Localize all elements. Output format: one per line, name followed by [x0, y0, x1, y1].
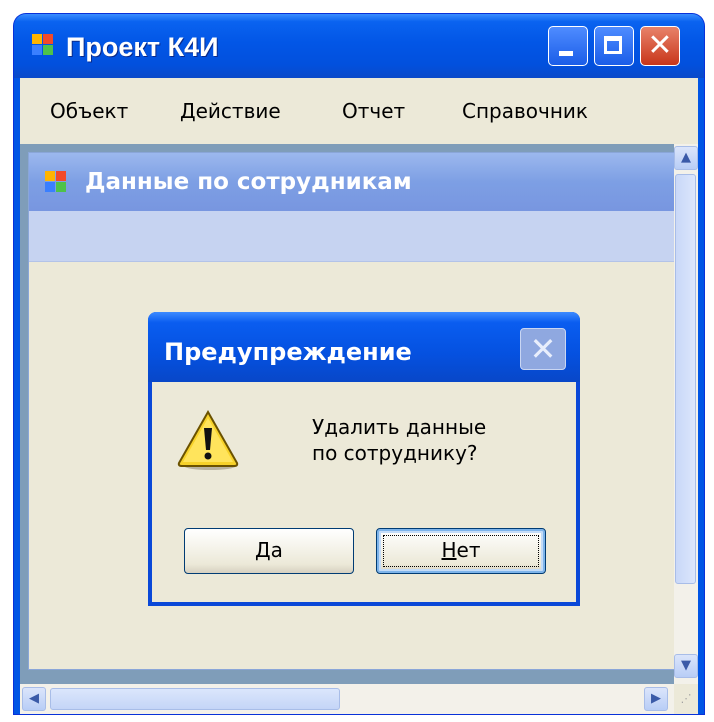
chevron-up-icon: ▲	[681, 150, 691, 165]
message-line-2: по сотруднику?	[312, 441, 478, 465]
main-titlebar[interactable]: Проект К4И ✕	[14, 14, 704, 78]
child-window-title: Данные по сотрудникам	[85, 169, 412, 195]
menu-item-object[interactable]: Объект	[50, 99, 128, 123]
window-title: Проект К4И	[66, 32, 219, 62]
chevron-right-icon: ▶	[651, 691, 661, 706]
menu-bar: Объект Действие Отчет Справочник	[20, 78, 698, 144]
close-button[interactable]: ✕	[640, 26, 680, 66]
dialog-message: Удалить данные по сотруднику?	[312, 414, 486, 466]
chevron-left-icon: ◀	[29, 691, 39, 706]
scroll-left-button[interactable]: ◀	[22, 687, 46, 711]
app-icon	[45, 171, 67, 193]
dialog-titlebar[interactable]: Предупреждение ✕	[148, 312, 580, 382]
horizontal-scroll-thumb[interactable]	[50, 688, 340, 710]
scroll-up-button[interactable]: ▲	[674, 146, 698, 170]
maximize-button[interactable]	[594, 26, 634, 66]
child-titlebar[interactable]: Данные по сотрудникам	[29, 153, 675, 211]
app-icon	[32, 34, 54, 56]
child-toolbar	[29, 211, 675, 262]
vertical-scrollbar[interactable]: ▲ ▼	[674, 144, 698, 684]
yes-label: а	[270, 538, 283, 562]
message-line-1: Удалить данные	[312, 415, 487, 439]
horizontal-scrollbar[interactable]: ◀ ▶	[20, 684, 674, 714]
menu-item-report[interactable]: Отчет	[342, 99, 405, 123]
minimize-icon	[559, 51, 573, 56]
dialog-body: Удалить данные по сотруднику? Да Нет	[152, 382, 576, 602]
scroll-down-button[interactable]: ▼	[674, 654, 698, 678]
dialog-close-button[interactable]: ✕	[520, 328, 566, 370]
warning-icon	[177, 409, 239, 470]
minimize-button[interactable]	[548, 26, 588, 66]
menu-item-action[interactable]: Действие	[180, 99, 281, 123]
no-button[interactable]: Нет	[376, 528, 546, 574]
yes-mnemonic: Д	[255, 538, 271, 562]
size-grip[interactable]: ⋰	[674, 684, 698, 714]
dialog-title: Предупреждение	[164, 338, 412, 366]
close-icon: ✕	[529, 330, 557, 368]
maximize-icon	[604, 36, 622, 54]
chevron-down-icon: ▼	[681, 658, 691, 673]
focus-ring	[383, 535, 539, 567]
close-icon: ✕	[647, 28, 673, 63]
menu-item-reference[interactable]: Справочник	[462, 99, 588, 123]
warning-dialog: Предупреждение ✕ Удалить данные по сотру…	[148, 312, 580, 606]
vertical-scroll-thumb[interactable]	[675, 174, 696, 584]
yes-button[interactable]: Да	[184, 528, 354, 574]
scroll-right-button[interactable]: ▶	[644, 687, 668, 711]
